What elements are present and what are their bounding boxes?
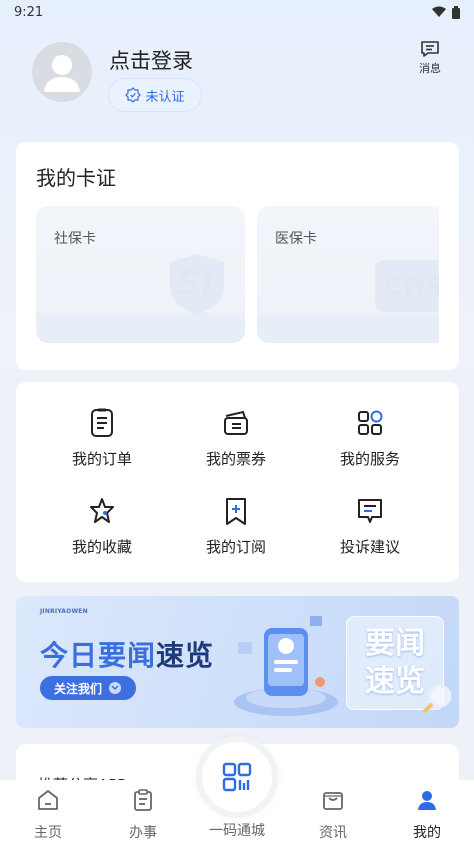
card-label: 医保卡 (275, 231, 317, 247)
service-label: 我的服务 (339, 450, 400, 468)
star-icon (90, 498, 114, 523)
wifi-icon (432, 6, 446, 17)
social-security-card[interactable]: 社保卡 SI (36, 206, 245, 343)
magnifier-icon (422, 684, 452, 714)
login-link[interactable]: 点击登录 (109, 45, 193, 75)
profile-header: 点击登录 未认证 消息 (32, 41, 442, 114)
service-label: 我的订单 (71, 450, 132, 468)
subscribe-icon (226, 498, 246, 525)
avatar[interactable] (32, 42, 92, 102)
ticket-icon (224, 410, 248, 435)
banner-small-text: JINRIYAOWEN (40, 608, 88, 615)
my-services-item[interactable]: 我的服务 (303, 408, 437, 468)
verify-badge-icon (125, 87, 142, 103)
qrcode-icon (222, 762, 252, 792)
phone-illustration-icon (234, 616, 338, 716)
service-label: 我的订阅 (205, 538, 266, 556)
service-label: 我的收藏 (71, 538, 132, 556)
card-label: 社保卡 (54, 231, 96, 247)
auth-status-badge[interactable]: 未认证 (108, 78, 202, 112)
my-orders-item[interactable]: 我的订单 (35, 408, 169, 468)
card-watermark: CHS (385, 272, 439, 302)
my-tickets-item[interactable]: 我的票券 (169, 408, 303, 468)
news-banner[interactable]: JINRIYAOWEN 今日要闻速览 关注我们 要闻 速览 (16, 596, 459, 728)
message-label: 消息 (419, 62, 441, 75)
qrcode-button[interactable] (202, 742, 272, 812)
banner-title: 今日要闻速览 (40, 639, 215, 672)
status-time: 9:21 (14, 4, 44, 20)
message-button[interactable]: 消息 (412, 40, 448, 80)
clipboard-icon (134, 789, 152, 811)
home-icon (38, 790, 58, 810)
service-label: 投诉建议 (339, 538, 400, 556)
follow-us-button[interactable]: 关注我们 (40, 676, 136, 700)
tab-home[interactable]: 主页 (8, 788, 88, 844)
complaint-feedback-item[interactable]: 投诉建议 (303, 496, 437, 556)
default-avatar-icon (44, 55, 80, 92)
medical-insurance-card[interactable]: 医保卡 CHS (257, 206, 439, 343)
my-subscriptions-item[interactable]: 我的订阅 (169, 496, 303, 556)
my-cards-section: 我的卡证 社保卡 SI 医保卡 CHS (16, 142, 459, 370)
service-label: 我的票券 (205, 450, 266, 468)
news-bag-icon (323, 792, 343, 810)
card-watermark: SI (176, 264, 214, 304)
order-icon (91, 408, 113, 437)
tab-affairs[interactable]: 办事 (103, 788, 183, 844)
person-icon (418, 791, 436, 810)
chevron-circle-icon (109, 682, 121, 694)
message-icon (421, 41, 439, 57)
tab-mine[interactable]: 我的 (387, 788, 467, 844)
auth-status-label: 未认证 (145, 89, 185, 105)
section-title: 我的卡证 (36, 166, 116, 190)
battery-icon (452, 5, 460, 19)
service-icon (358, 410, 383, 435)
tab-city-code[interactable]: 一码通城 (197, 820, 277, 844)
services-section: 我的订单 我的票券 我的服务 我的收藏 我的订阅 投诉建议 (16, 382, 459, 582)
feedback-icon (358, 499, 382, 523)
status-bar: 9:21 (0, 0, 474, 24)
cards-scroller[interactable]: 社保卡 SI 医保卡 CHS (36, 206, 439, 344)
my-favorites-item[interactable]: 我的收藏 (35, 496, 169, 556)
tab-news[interactable]: 资讯 (293, 788, 373, 844)
